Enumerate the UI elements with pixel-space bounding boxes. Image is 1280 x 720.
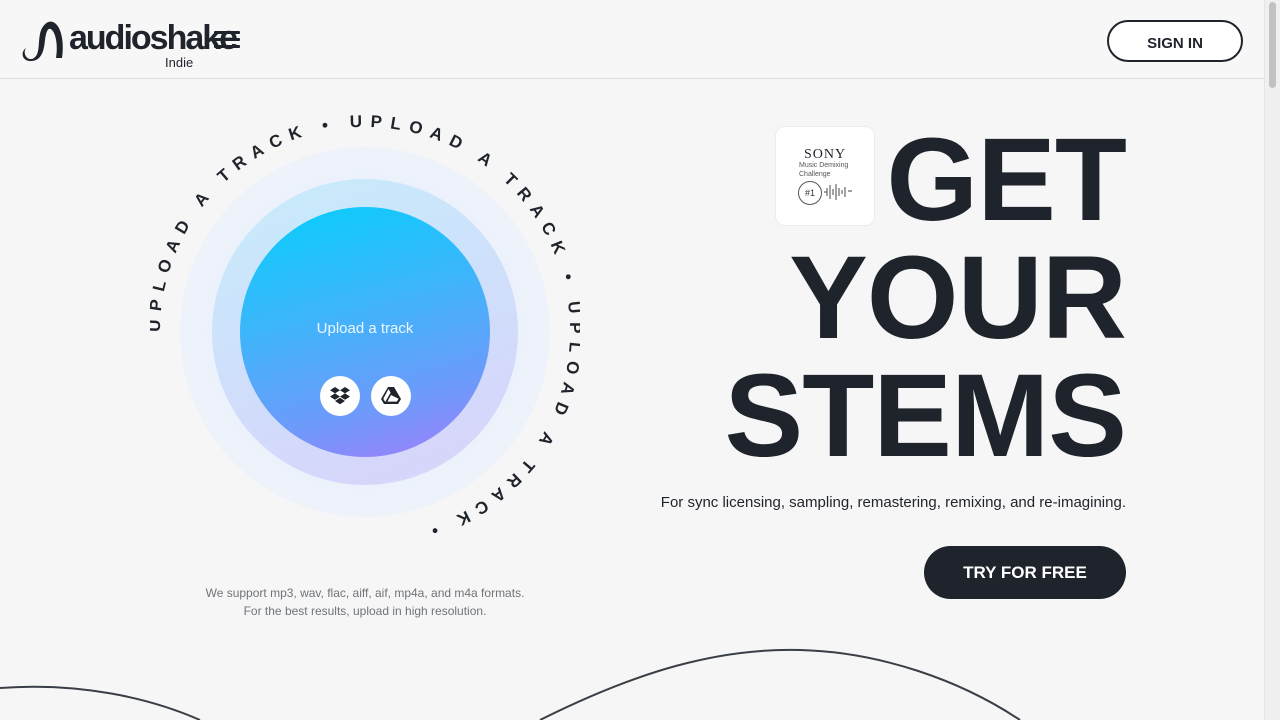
upload-label: Upload a track: [316, 320, 414, 337]
hero-headline-line2: YOUR: [789, 232, 1127, 364]
sign-in-button[interactable]: SIGN IN: [1107, 20, 1243, 62]
audioshake-logo[interactable]: audioshake Indie: [20, 18, 238, 72]
hero-headline-line1: GET: [886, 114, 1127, 246]
sony-award-badge: SONY Music Demixing Challenge #1: [775, 126, 875, 226]
audioshake-logo-mark-icon: [22, 21, 63, 62]
upload-track-button[interactable]: Upload a track: [240, 207, 490, 457]
logo-wordmark: audioshake: [69, 19, 238, 57]
waveform-icon: [824, 184, 852, 200]
site-header: audioshake Indie SIGN IN: [0, 0, 1265, 79]
google-drive-icon: [381, 387, 401, 404]
hero-tagline: For sync licensing, sampling, remasterin…: [660, 494, 1126, 511]
resolution-tip: For the best results, upload in high res…: [243, 604, 487, 618]
try-for-free-button[interactable]: TRY FOR FREE: [924, 546, 1126, 599]
hero-headline-line3: STEMS: [724, 350, 1127, 482]
supported-formats-note: We support mp3, wav, flac, aiff, aif, mp…: [150, 584, 580, 620]
dropbox-button[interactable]: [320, 376, 360, 416]
scrollbar[interactable]: [1264, 0, 1280, 720]
badge-caption: Music Demixing Challenge: [799, 162, 849, 178]
formats-line: We support mp3, wav, flac, aiff, aif, mp…: [205, 586, 525, 600]
menu-icon[interactable]: [214, 31, 240, 49]
upload-dropzone[interactable]: UPLOAD A TRACK • UPLOAD A TRACK • UPLOAD…: [150, 110, 580, 550]
badge-rank: #1: [798, 181, 822, 205]
decorative-wave: [0, 648, 1021, 720]
scrollbar-thumb[interactable]: [1269, 2, 1276, 88]
logo-subtitle: Indie: [165, 55, 194, 70]
dropbox-icon: [330, 387, 350, 405]
google-drive-button[interactable]: [371, 376, 411, 416]
